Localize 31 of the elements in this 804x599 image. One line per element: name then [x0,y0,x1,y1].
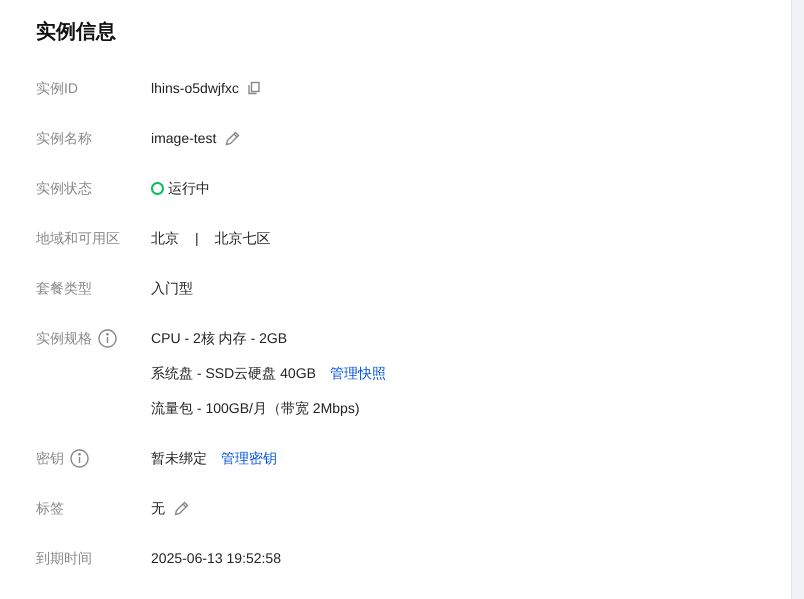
field-label: 实例规格 [36,329,92,348]
link[interactable]: 管理密钥 [221,448,277,468]
field-value: 入门型 [151,279,193,298]
field-label: 地域和可用区 [36,229,120,248]
field-value: image-test [151,129,216,148]
field-label: 实例ID [36,79,78,98]
info-icon[interactable] [98,328,117,348]
field-value: 流量包 - 100GB/月（带宽 2Mbps) [151,399,360,418]
field-value: 无 [151,499,165,518]
field-label: 密钥 [36,449,64,468]
field-label: 实例状态 [36,179,92,198]
field-label: 实例名称 [36,129,92,148]
info-icon[interactable] [70,448,89,468]
status-ring-icon [151,182,164,194]
field-value: 系统盘 - SSD云硬盘 40GB [151,364,316,383]
field-label: 套餐类型 [36,279,92,298]
field-value: 北京 [151,229,179,248]
field-value: 暂未绑定 [151,449,207,468]
field-value: 北京七区 [214,229,271,248]
pencil-icon[interactable] [224,130,242,146]
field-label: 到期时间 [36,549,92,568]
copy-icon[interactable] [246,81,261,95]
link[interactable]: 管理快照 [330,363,386,383]
field-value: lhins-o5dwjfxc [151,79,239,98]
field-value: CPU - 2核 内存 - 2GB [151,329,288,348]
field-value: 2025-06-13 19:52:58 [151,549,281,568]
status-text: 运行中 [168,179,210,198]
pencil-icon[interactable] [173,500,190,516]
section-title: 实例信息 [36,20,117,44]
field-label: 标签 [36,499,64,518]
separator: | [195,229,199,248]
